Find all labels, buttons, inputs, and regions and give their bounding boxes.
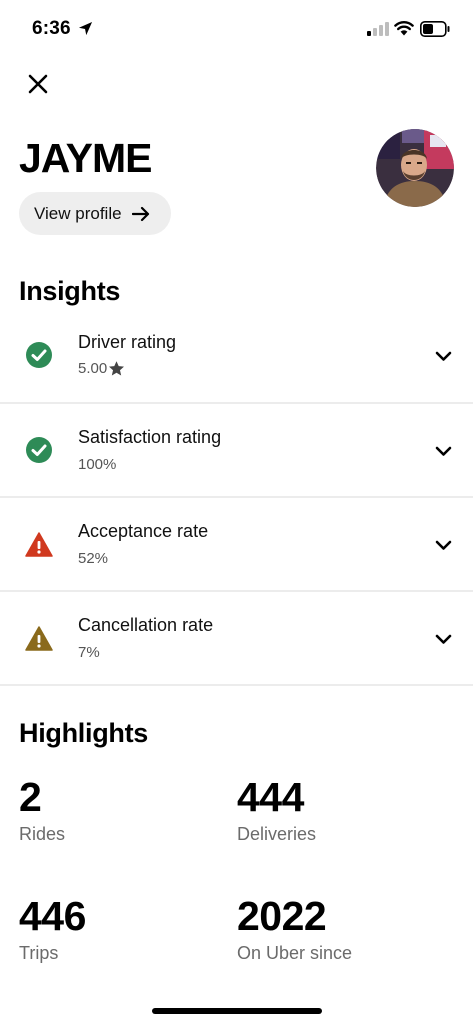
home-indicator[interactable] (152, 1008, 322, 1014)
insights-title: Insights (19, 276, 121, 306)
driver-name: JAYME (19, 135, 152, 181)
insight-row-satisfaction-rating[interactable]: Satisfaction rating 100% (0, 404, 473, 498)
insight-value: 5.00 (78, 360, 125, 377)
warning-triangle-icon (25, 532, 53, 557)
highlight-value-rides: 2 (19, 774, 42, 820)
warning-triangle-icon (25, 626, 53, 651)
check-circle-icon (26, 437, 52, 463)
insight-title: Driver rating (78, 332, 177, 352)
chevron-down-icon[interactable] (435, 634, 452, 645)
insight-value: 7% (78, 644, 100, 661)
insight-title: Cancellation rate (78, 615, 214, 635)
status-time: 6:36 (32, 18, 71, 39)
insight-row-driver-rating[interactable]: Driver rating 5.00 (0, 310, 473, 404)
cellular-signal-icon (367, 22, 389, 36)
highlight-value-on-uber-since: 2022 (237, 893, 327, 939)
highlights-title: Highlights (19, 718, 148, 748)
chevron-down-icon[interactable] (435, 351, 452, 362)
insight-title: Satisfaction rating (78, 427, 222, 447)
chevron-down-icon[interactable] (435, 446, 452, 457)
view-profile-label: View profile (34, 203, 122, 223)
highlight-label-deliveries: Deliveries (237, 824, 317, 844)
view-profile-button[interactable]: View profile (19, 192, 171, 235)
battery-icon (420, 21, 450, 37)
star-icon (109, 361, 125, 376)
avatar[interactable] (376, 129, 454, 207)
insight-row-acceptance-rate[interactable]: Acceptance rate 52% (0, 498, 473, 592)
highlight-label-rides: Rides (19, 824, 66, 844)
arrow-right-icon (131, 206, 149, 221)
close-icon[interactable] (26, 72, 50, 96)
driver-rating-value: 5.00 (78, 360, 108, 377)
insight-row-cancellation-rate[interactable]: Cancellation rate 7% (0, 592, 473, 686)
wifi-icon (394, 21, 414, 36)
insight-value: 52% (78, 550, 109, 567)
insight-value: 100% (78, 456, 117, 473)
highlight-value-trips: 446 (19, 893, 86, 939)
highlight-label-on-uber-since: On Uber since (237, 943, 353, 963)
chevron-down-icon[interactable] (435, 540, 452, 551)
status-bar: 6:36 (0, 0, 473, 60)
insight-title: Acceptance rate (78, 521, 209, 541)
highlight-value-deliveries: 444 (237, 774, 304, 820)
highlight-label-trips: Trips (19, 943, 59, 963)
location-arrow-icon (78, 21, 93, 36)
check-circle-icon (26, 342, 52, 368)
